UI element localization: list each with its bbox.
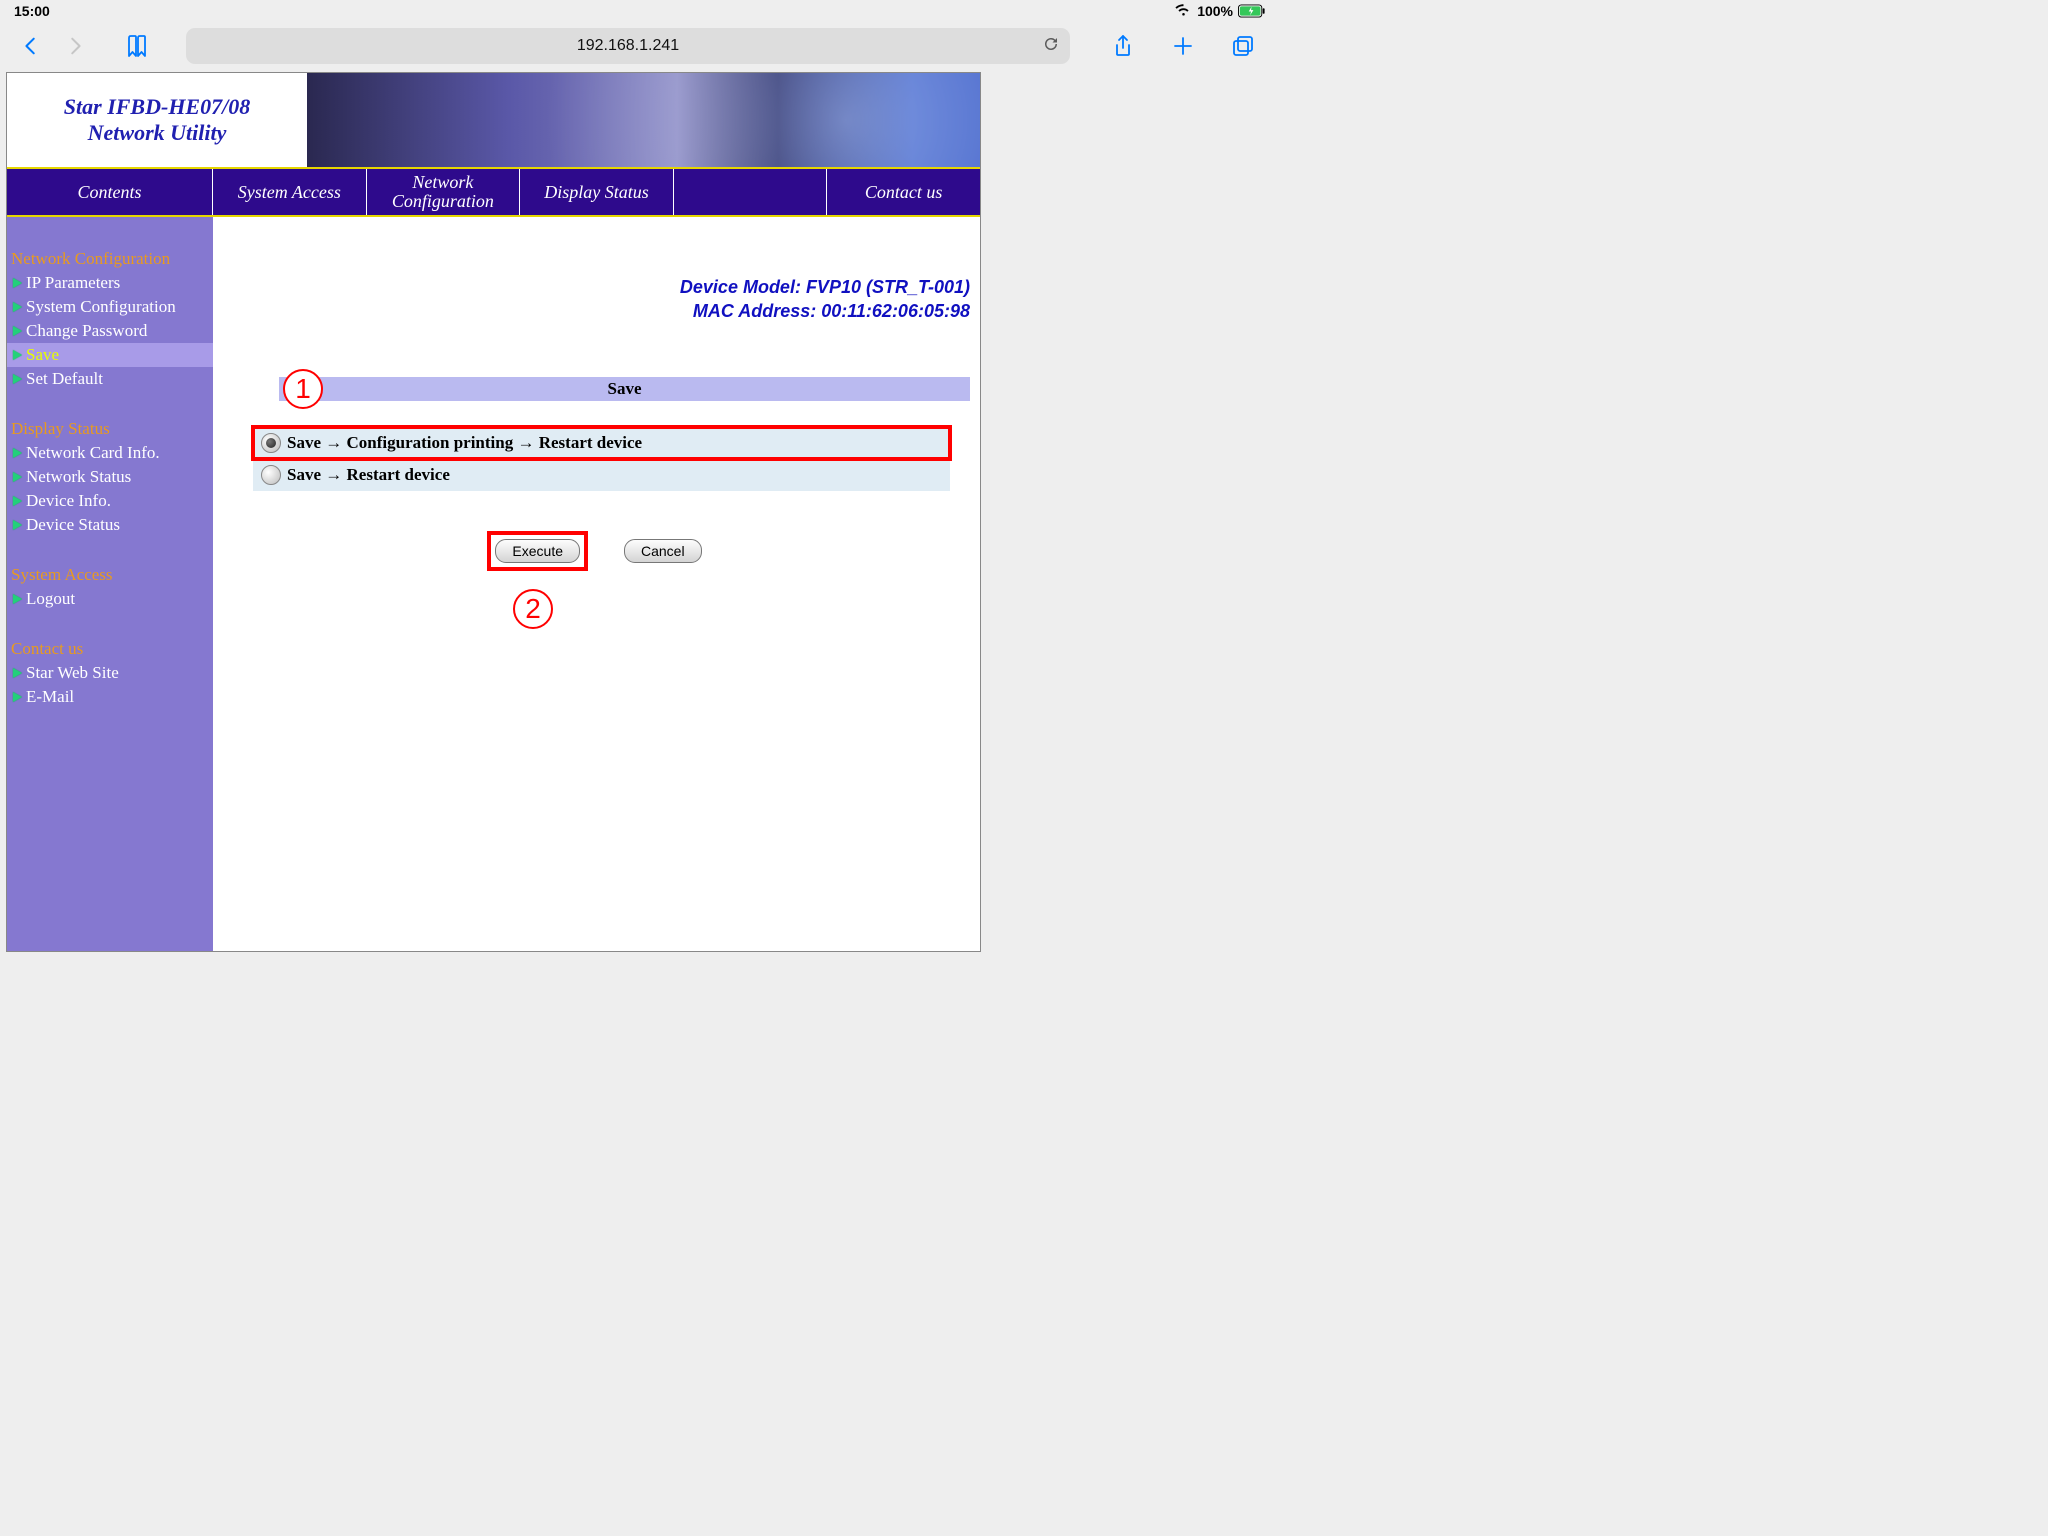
top-nav: Contents System Access Network Configura… — [7, 169, 980, 217]
bullet-icon — [13, 326, 22, 336]
banner-title: Star IFBD-HE07/08 Network Utility — [7, 73, 307, 167]
sidebar-item-save[interactable]: Save — [7, 343, 213, 367]
forward-button[interactable] — [58, 29, 92, 63]
bullet-icon — [13, 520, 22, 530]
banner: Star IFBD-HE07/08 Network Utility — [7, 73, 980, 169]
bookmarks-button[interactable] — [120, 29, 154, 63]
address-bar[interactable]: 192.168.1.241 — [186, 28, 1070, 64]
sidebar-item-label: System Configuration — [26, 297, 176, 317]
address-url: 192.168.1.241 — [577, 37, 679, 55]
option-label: Save → Configuration printing → Restart … — [287, 433, 642, 453]
bullet-icon — [13, 302, 22, 312]
radio-icon[interactable] — [261, 433, 281, 453]
bullet-icon — [13, 496, 22, 506]
nav-display-status[interactable]: Display Status — [520, 169, 674, 215]
reload-button[interactable] — [1042, 35, 1060, 58]
sidebar-item-chpass[interactable]: Change Password — [7, 319, 213, 343]
radio-icon[interactable] — [261, 465, 281, 485]
execute-button[interactable]: Execute — [495, 539, 580, 563]
sidebar-item-label: Device Info. — [26, 491, 111, 511]
sidebar-item-sysconf[interactable]: System Configuration — [7, 295, 213, 319]
nav-blank — [674, 169, 828, 215]
sidebar-item-label: Device Status — [26, 515, 120, 535]
sidebar-item-logout[interactable]: Logout — [7, 587, 213, 611]
device-info: Device Model: FVP10 (STR_T-001) MAC Addr… — [680, 275, 970, 324]
status-bar: 15:00 100% — [0, 0, 1280, 20]
tabs-button[interactable] — [1226, 29, 1260, 63]
sidebar-item-label: Change Password — [26, 321, 147, 341]
sidebar-item-label: Logout — [26, 589, 75, 609]
content-area: Device Model: FVP10 (STR_T-001) MAC Addr… — [213, 217, 980, 951]
save-options: Save → Configuration printing → Restart … — [253, 427, 950, 491]
bullet-icon — [13, 594, 22, 604]
sidebar-item-label: Set Default — [26, 369, 103, 389]
execute-highlight: Execute — [491, 535, 584, 567]
cancel-button[interactable]: Cancel — [624, 539, 702, 563]
battery-percent: 100% — [1197, 3, 1233, 19]
sidebar-item-setdefault[interactable]: Set Default — [7, 367, 213, 391]
sidebar-section-sysacc: System Access — [7, 563, 213, 587]
option-save-restart[interactable]: Save → Restart device — [253, 459, 950, 491]
callout-2: 2 — [513, 589, 553, 629]
bullet-icon — [13, 692, 22, 702]
mac-address: MAC Address: 00:11:62:06:05:98 — [680, 299, 970, 323]
sidebar-section-status: Display Status — [7, 417, 213, 441]
nav-system-access[interactable]: System Access — [213, 169, 367, 215]
status-right: 100% — [1175, 3, 1266, 19]
sidebar: Network Configuration IP Parameters Syst… — [7, 217, 213, 951]
battery-icon — [1238, 4, 1266, 18]
option-label: Save → Restart device — [287, 465, 450, 485]
section-header: Save — [279, 377, 970, 401]
sidebar-item-nci[interactable]: Network Card Info. — [7, 441, 213, 465]
sidebar-item-ns[interactable]: Network Status — [7, 465, 213, 489]
banner-image — [307, 73, 980, 167]
back-button[interactable] — [14, 29, 48, 63]
bullet-icon — [13, 448, 22, 458]
sidebar-item-label: Network Card Info. — [26, 443, 160, 463]
sidebar-item-label: Network Status — [26, 467, 131, 487]
bullet-icon — [13, 374, 22, 384]
sidebar-item-label: Save — [26, 345, 59, 365]
sidebar-item-di[interactable]: Device Info. — [7, 489, 213, 513]
banner-title-line2: Network Utility — [88, 120, 227, 146]
sidebar-section-netconf: Network Configuration — [7, 247, 213, 271]
new-tab-button[interactable] — [1166, 29, 1200, 63]
sidebar-item-email[interactable]: E-Mail — [7, 685, 213, 709]
button-row: Execute Cancel — [213, 535, 980, 567]
nav-contact[interactable]: Contact us — [827, 169, 980, 215]
sidebar-item-web[interactable]: Star Web Site — [7, 661, 213, 685]
sidebar-item-ds[interactable]: Device Status — [7, 513, 213, 537]
option-save-print-restart[interactable]: Save → Configuration printing → Restart … — [253, 427, 950, 459]
browser-toolbar: 192.168.1.241 — [0, 20, 1280, 72]
callout-1: 1 — [283, 369, 323, 409]
sidebar-item-label: E-Mail — [26, 687, 74, 707]
page-frame: Star IFBD-HE07/08 Network Utility Conten… — [6, 72, 981, 952]
bullet-icon — [13, 472, 22, 482]
wifi-icon — [1175, 3, 1192, 19]
sidebar-section-contact: Contact us — [7, 637, 213, 661]
nav-network-config[interactable]: Network Configuration — [367, 169, 521, 215]
banner-title-line1: Star IFBD-HE07/08 — [64, 94, 250, 120]
share-button[interactable] — [1106, 29, 1140, 63]
bullet-icon — [13, 278, 22, 288]
nav-contents[interactable]: Contents — [7, 169, 213, 215]
status-time: 15:00 — [14, 3, 50, 19]
device-model: Device Model: FVP10 (STR_T-001) — [680, 275, 970, 299]
bullet-icon — [13, 350, 22, 360]
bullet-icon — [13, 668, 22, 678]
sidebar-item-label: Star Web Site — [26, 663, 119, 683]
sidebar-item-ip[interactable]: IP Parameters — [7, 271, 213, 295]
sidebar-item-label: IP Parameters — [26, 273, 120, 293]
